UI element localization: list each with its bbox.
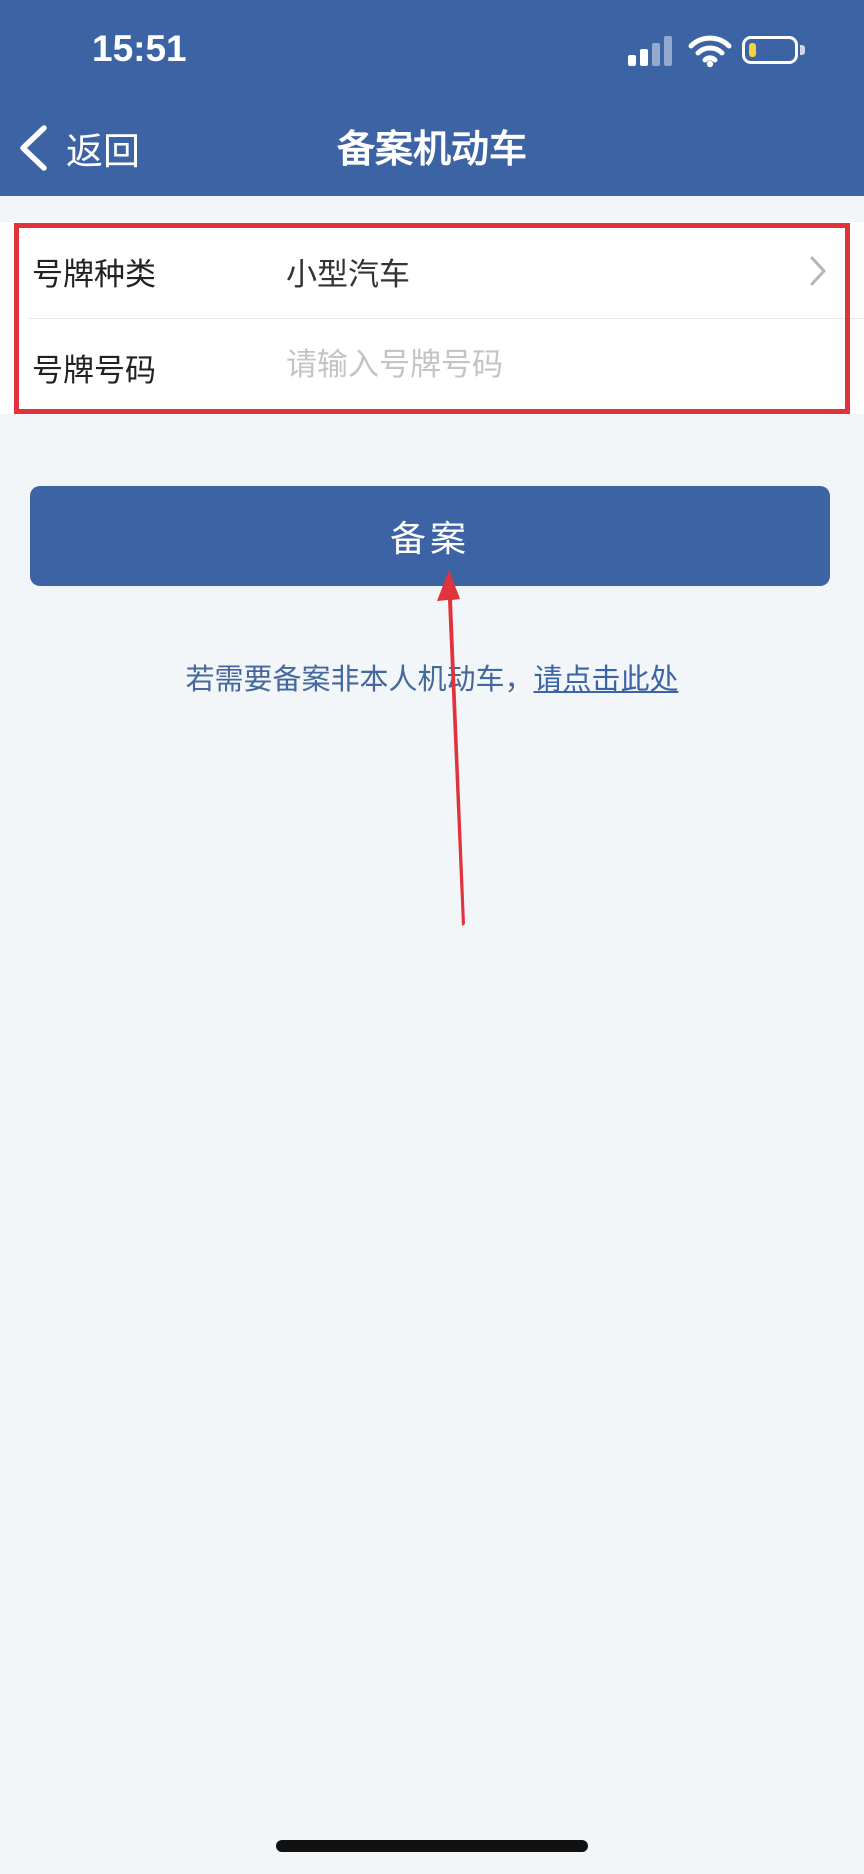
battery-tip <box>800 45 805 55</box>
vehicle-form: 号牌种类 小型汽车 号牌号码 <box>0 222 864 414</box>
chevron-right-icon <box>810 256 826 286</box>
battery-icon <box>742 36 798 64</box>
hint-text: 若需要备案非本人机动车，请点击此处 <box>0 656 864 698</box>
plate-number-label: 号牌号码 <box>32 353 156 389</box>
hint-link[interactable]: 请点击此处 <box>534 662 679 696</box>
plate-type-value: 小型汽车 <box>286 257 410 293</box>
plate-number-row: 号牌号码 <box>0 318 864 414</box>
top-bar: 15:51 返回 备案机动车 <box>0 0 864 196</box>
wifi-icon <box>688 35 732 68</box>
home-indicator <box>276 1840 588 1852</box>
submit-button[interactable]: 备案 <box>30 486 830 586</box>
plate-type-label: 号牌种类 <box>32 257 156 293</box>
page-title: 备案机动车 <box>336 127 527 171</box>
plate-type-row[interactable]: 号牌种类 小型汽车 <box>0 222 864 318</box>
cellular-signal-icon <box>628 36 674 66</box>
hint-message: 若需要备案非本人机动车， <box>185 662 534 696</box>
plate-number-input[interactable] <box>286 336 786 394</box>
status-time: 15:51 <box>92 28 187 69</box>
battery-level <box>749 43 756 57</box>
